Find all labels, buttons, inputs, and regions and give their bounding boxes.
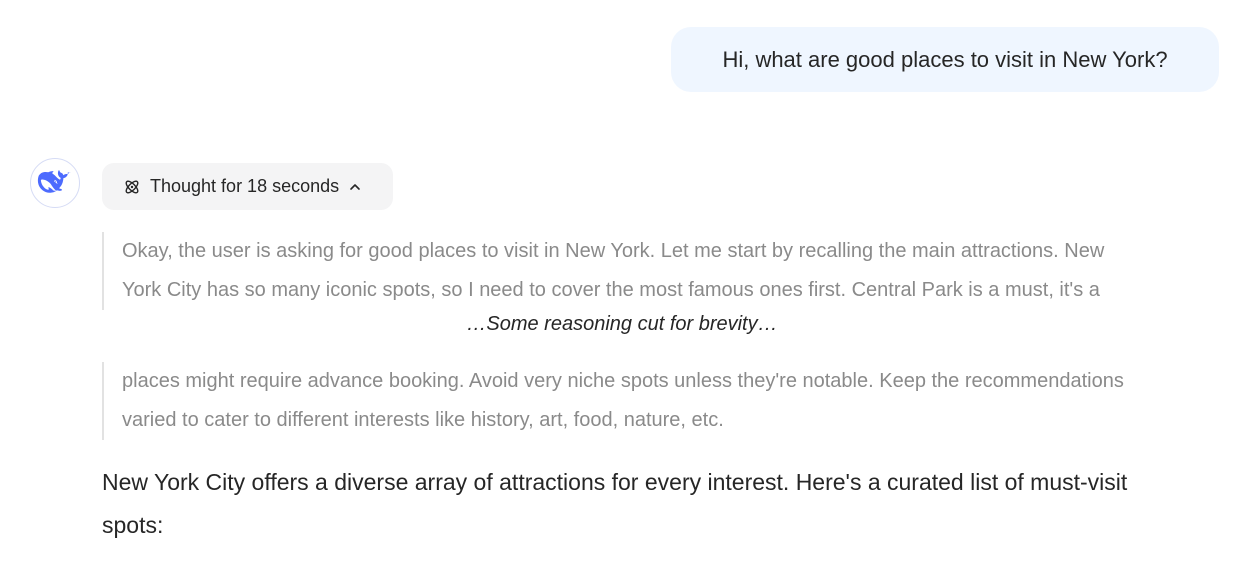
- assistant-answer: New York City offers a diverse array of …: [102, 461, 1222, 547]
- assistant-avatar: [30, 158, 80, 208]
- reasoning-block-top: Okay, the user is asking for good places…: [102, 232, 1232, 310]
- answer-line: New York City offers a diverse array of …: [102, 469, 1128, 495]
- reasoning-line: places might require advance booking. Av…: [122, 370, 1124, 392]
- user-message-text: Hi, what are good places to visit in New…: [722, 46, 1168, 72]
- reasoning-line: varied to cater to different interests l…: [122, 409, 724, 431]
- thought-toggle-label: Thought for 18 seconds: [150, 176, 340, 196]
- reasoning-line: Okay, the user is asking for good places…: [122, 240, 1105, 262]
- thought-toggle-button[interactable]: Thought for 18 seconds: [102, 163, 393, 210]
- chevron-up-icon: [348, 180, 362, 194]
- deepseek-whale-logo-icon: [37, 170, 71, 193]
- reasoning-cut-note-text: …Some reasoning cut for brevity…: [466, 313, 778, 335]
- reasoning-line: York City has so many iconic spots, so I…: [122, 279, 1100, 301]
- answer-line: spots:: [102, 512, 164, 538]
- reasoning-cut-note: …Some reasoning cut for brevity…: [0, 313, 1240, 336]
- chat-page: Hi, what are good places to visit in New…: [0, 0, 1240, 570]
- user-message-bubble: Hi, what are good places to visit in New…: [671, 27, 1219, 92]
- atom-icon: [123, 178, 141, 196]
- reasoning-block-bottom: places might require advance booking. Av…: [102, 362, 1232, 440]
